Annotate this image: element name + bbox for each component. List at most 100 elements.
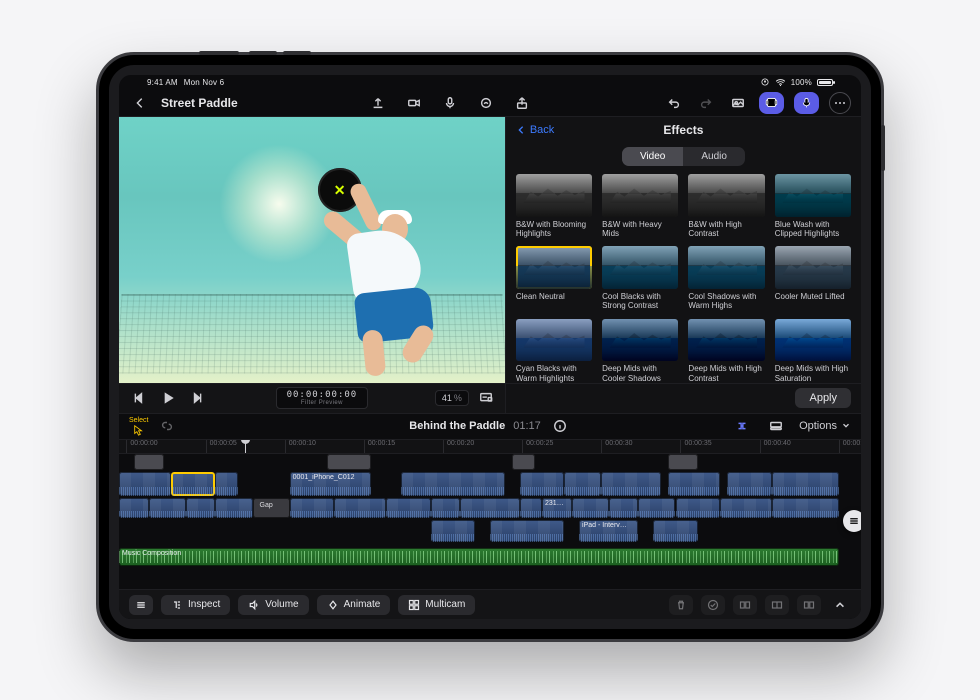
next-button[interactable] — [187, 387, 209, 409]
vid-clip[interactable] — [215, 472, 237, 496]
vid-clip[interactable]: 0001_iPhone_C012 — [290, 472, 372, 496]
vid-clip[interactable] — [119, 472, 171, 496]
vid-clip[interactable] — [653, 520, 698, 542]
vid-clip[interactable] — [149, 498, 186, 518]
vid-clip[interactable] — [564, 472, 601, 496]
vid-clip[interactable] — [609, 498, 639, 518]
vid-clip[interactable] — [186, 498, 216, 518]
vid-clip[interactable] — [638, 498, 675, 518]
camera-button[interactable] — [403, 92, 425, 114]
snapping-button[interactable] — [731, 415, 753, 437]
vid-clip[interactable] — [431, 520, 476, 542]
clip-appearance-button[interactable] — [129, 595, 153, 615]
effect-item[interactable]: Deep Mids with Cooler Shadows — [602, 319, 678, 383]
effects-title: Effects — [506, 123, 861, 137]
vid-clip[interactable] — [290, 498, 335, 518]
effect-item[interactable]: B&W with High Contrast — [688, 174, 764, 238]
display-options-button[interactable] — [475, 387, 497, 409]
more-button[interactable] — [829, 92, 851, 114]
vid-clip[interactable] — [386, 498, 431, 518]
enable-button[interactable] — [701, 595, 725, 615]
vid-clip[interactable] — [460, 498, 519, 518]
volume-button[interactable]: Volume — [238, 595, 308, 615]
draw-button[interactable] — [475, 92, 497, 114]
playhead[interactable] — [245, 440, 246, 454]
vid-clip[interactable] — [215, 498, 252, 518]
tab-audio[interactable]: Audio — [683, 147, 745, 166]
split-right-button[interactable] — [797, 595, 821, 615]
effects-back-label: Back — [530, 124, 554, 136]
title-clip[interactable] — [512, 454, 534, 470]
inspect-button[interactable]: Inspect — [161, 595, 230, 615]
prev-button[interactable] — [127, 387, 149, 409]
gap-clip[interactable]: Gap — [253, 498, 290, 518]
effect-item[interactable]: Clean Neutral — [516, 246, 592, 310]
track — [119, 454, 861, 470]
vid-clip[interactable] — [601, 472, 660, 496]
timeline-info-button[interactable] — [549, 415, 571, 437]
delete-button[interactable] — [669, 595, 693, 615]
split-left-button[interactable] — [733, 595, 757, 615]
media-button[interactable] — [727, 92, 749, 114]
play-button[interactable] — [157, 387, 179, 409]
effect-item[interactable]: B&W with Blooming Highlights — [516, 174, 592, 238]
effect-item[interactable]: Deep Mids with High Contrast — [688, 319, 764, 383]
content-browser-button[interactable] — [759, 92, 784, 114]
apply-button[interactable]: Apply — [795, 388, 851, 408]
vid-clip[interactable] — [171, 472, 216, 496]
effect-item[interactable]: B&W with Heavy Mids — [602, 174, 678, 238]
effect-item[interactable]: Cooler Muted Lifted — [775, 246, 851, 310]
audio-clip[interactable]: Music Composition — [119, 548, 839, 566]
effect-item[interactable]: Cool Shadows with Warm Highs — [688, 246, 764, 310]
share-button[interactable] — [511, 92, 533, 114]
effect-item[interactable]: Deep Mids with High Saturation — [775, 319, 851, 383]
select-tool[interactable]: Select — [129, 417, 148, 436]
title-clip[interactable] — [668, 454, 698, 470]
vid-clip[interactable] — [520, 472, 565, 496]
vid-clip[interactable] — [720, 498, 772, 518]
import-button[interactable] — [367, 92, 389, 114]
vid-clip[interactable] — [334, 498, 386, 518]
title-clip[interactable] — [327, 454, 372, 470]
zoom-display[interactable]: 41% — [435, 390, 469, 406]
voiceover-button[interactable] — [439, 92, 461, 114]
vid-clip[interactable] — [572, 498, 609, 518]
timeline-tracks[interactable]: 0001_iPhone_C012Gap 231… iPad - Interv… Mus… — [119, 454, 861, 589]
effect-item[interactable]: Blue Wash with Clipped Highlights — [775, 174, 851, 238]
track: iPad - Interv… — [119, 520, 861, 542]
timeline-area: Select Behind the Paddle 01:17 Options — [119, 414, 861, 619]
vid-clip[interactable]: iPad - Interv… — [579, 520, 638, 542]
redo-button[interactable] — [695, 92, 717, 114]
undo-button[interactable] — [663, 92, 685, 114]
title-clip[interactable] — [134, 454, 164, 470]
effects-back-button[interactable]: Back — [516, 124, 554, 136]
vid-clip[interactable] — [431, 498, 461, 518]
vid-clip[interactable] — [676, 498, 721, 518]
collapse-button[interactable] — [829, 594, 851, 616]
effect-item[interactable]: Cyan Blacks with Warm Highlights — [516, 319, 592, 383]
vid-clip[interactable] — [520, 498, 542, 518]
timeline-view-button[interactable] — [765, 415, 787, 437]
vid-clip[interactable] — [772, 498, 839, 518]
back-button[interactable] — [129, 92, 151, 114]
multicam-label: Multicam — [425, 599, 465, 610]
timeline-ruler[interactable]: 00:00:0000:00:0500:00:1000:00:1500:00:20… — [119, 440, 861, 454]
clip-label: Music Composition — [122, 550, 181, 557]
multicam-button[interactable]: Multicam — [398, 595, 475, 615]
split-button[interactable] — [765, 595, 789, 615]
voice-isolation-button[interactable] — [794, 92, 819, 114]
vid-clip[interactable] — [727, 472, 772, 496]
timecode-display[interactable]: 00:00:00:00 Filter Preview — [276, 387, 369, 409]
vid-clip[interactable] — [119, 498, 149, 518]
vid-clip[interactable] — [401, 472, 505, 496]
vid-clip[interactable]: 231… — [542, 498, 572, 518]
preview-canvas[interactable] — [119, 117, 505, 383]
tab-video[interactable]: Video — [622, 147, 683, 166]
vid-clip[interactable] — [772, 472, 839, 496]
timeline-options[interactable]: Options — [799, 420, 851, 432]
vid-clip[interactable] — [490, 520, 564, 542]
link-tool[interactable] — [156, 415, 178, 437]
animate-button[interactable]: Animate — [317, 595, 391, 615]
effect-item[interactable]: Cool Blacks with Strong Contrast — [602, 246, 678, 310]
vid-clip[interactable] — [668, 472, 720, 496]
